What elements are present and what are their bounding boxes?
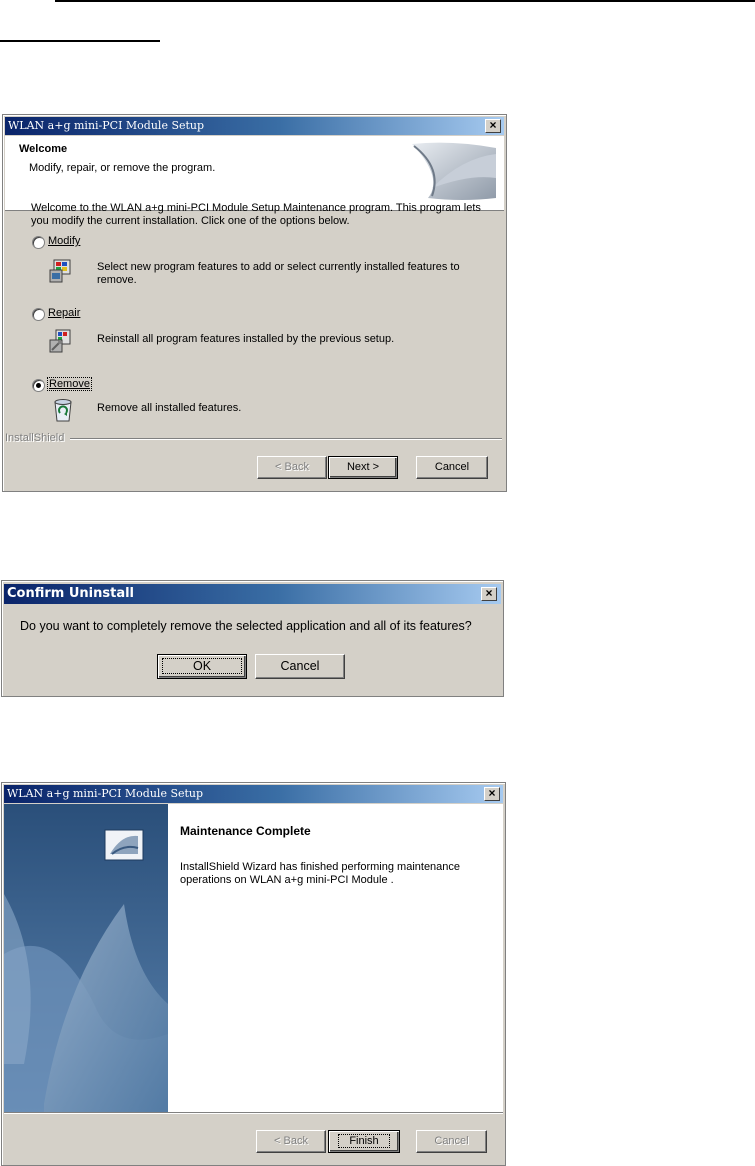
footer-separator-line (4, 1112, 503, 1114)
next-button[interactable]: Next > (328, 456, 398, 479)
remove-radio[interactable] (32, 379, 45, 392)
installshield-brand-label: InstallShield (5, 432, 65, 444)
cancel-button[interactable]: Cancel (255, 654, 345, 679)
recycle-bin-icon (54, 399, 72, 422)
repair-label[interactable]: Repair (48, 307, 80, 319)
modify-radio[interactable] (32, 236, 45, 249)
back-button[interactable]: < Back (256, 1130, 326, 1153)
completion-body-line1: InstallShield Wizard has finished perfor… (180, 861, 461, 873)
wizard-side-graphic (4, 804, 168, 1112)
header-title: Welcome (19, 143, 68, 155)
modify-program-icon (49, 259, 71, 283)
page-top-rule (55, 0, 755, 2)
title-bar: WLAN a+g mini-PCI Module Setup (4, 785, 503, 803)
completion-body-line2: operations on WLAN a+g mini-PCI Module . (180, 874, 394, 886)
remove-description: Remove all installed features. (97, 402, 242, 414)
confirm-message: Do you want to completely remove the sel… (20, 619, 472, 633)
close-icon[interactable]: × (484, 787, 500, 801)
intro-text-line1: Welcome to the WLAN a+g mini-PCI Module … (31, 202, 481, 214)
intro-text-line2: you modify the current installation. Cli… (31, 215, 350, 227)
setup-maintenance-dialog: WLAN a+g mini-PCI Module Setup × Welcome… (2, 114, 507, 492)
confirm-uninstall-dialog: Confirm Uninstall × Do you want to compl… (1, 580, 504, 697)
title-bar: WLAN a+g mini-PCI Module Setup (5, 117, 504, 135)
modify-description-line1: Select new program features to add or se… (97, 261, 460, 273)
close-icon[interactable]: × (485, 119, 501, 133)
repair-description: Reinstall all program features installed… (97, 333, 395, 345)
window-title: WLAN a+g mini-PCI Module Setup (7, 787, 204, 800)
brand-separator-line (70, 438, 502, 440)
modify-description-line2: remove. (97, 274, 137, 286)
window-title: Confirm Uninstall (7, 586, 135, 601)
remove-label[interactable]: Remove (47, 377, 92, 391)
window-title: WLAN a+g mini-PCI Module Setup (8, 119, 205, 132)
repair-radio[interactable] (32, 308, 45, 321)
repair-program-icon (49, 329, 71, 353)
cancel-button[interactable]: Cancel (416, 456, 488, 479)
header-subtitle: Modify, repair, or remove the program. (29, 162, 216, 174)
content-panel: Maintenance Complete InstallShield Wizar… (168, 804, 503, 1112)
completion-heading: Maintenance Complete (180, 824, 311, 838)
maintenance-complete-dialog: WLAN a+g mini-PCI Module Setup × Mainten… (1, 782, 506, 1166)
heading-underline (0, 40, 160, 42)
finish-button[interactable]: Finish (328, 1130, 400, 1153)
title-bar: Confirm Uninstall (4, 584, 501, 604)
cancel-button[interactable]: Cancel (416, 1130, 487, 1153)
close-icon[interactable]: × (481, 587, 497, 601)
ok-button[interactable]: OK (157, 654, 247, 679)
modify-label[interactable]: Modify (48, 235, 80, 247)
installshield-swoosh-icon (412, 142, 496, 200)
header-panel: Welcome Modify, repair, or remove the pr… (5, 136, 504, 211)
back-button[interactable]: < Back (257, 456, 327, 479)
